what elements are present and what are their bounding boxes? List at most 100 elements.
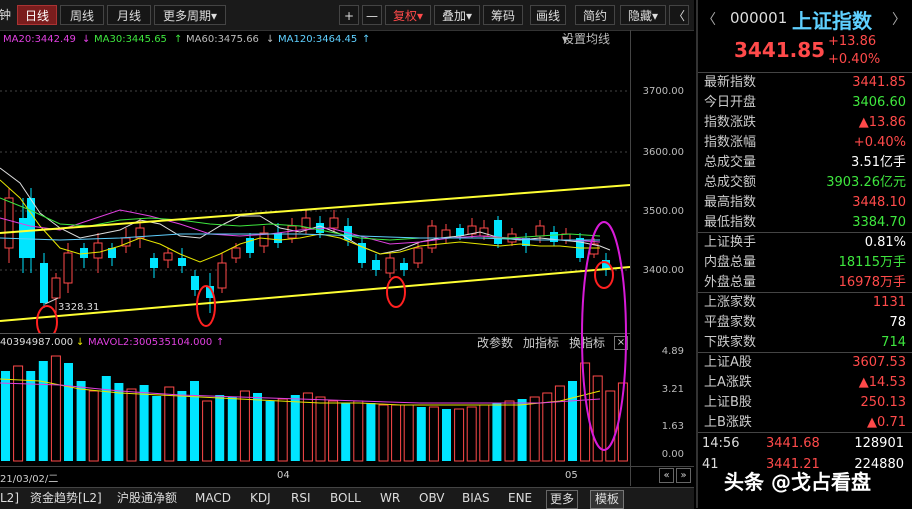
- quote-row-value: ▲0.71: [867, 415, 906, 430]
- quote-row: 上B涨跌 ▲0.71: [704, 413, 910, 433]
- volume-bar: [164, 386, 175, 462]
- draw-line-button[interactable]: 画线: [530, 5, 566, 25]
- chips-button[interactable]: 筹码: [483, 5, 523, 25]
- adjust-button[interactable]: 复权▾: [385, 5, 431, 25]
- volume-bar: [101, 376, 111, 461]
- tab-more-periods[interactable]: 更多周期▾: [154, 5, 226, 25]
- quote-row-label: 最高指数: [704, 195, 757, 210]
- tab-rsi[interactable]: RSI: [291, 490, 311, 507]
- price-tick: 3400.00: [642, 265, 684, 276]
- simple-button[interactable]: 简约: [575, 5, 615, 25]
- volume-bar: [265, 401, 275, 461]
- forward-icon[interactable]: 〉: [892, 9, 906, 29]
- overlay-button[interactable]: 叠加▾: [434, 5, 480, 25]
- quote-row-label: 平盘家数: [704, 315, 757, 330]
- volume-bar: [202, 400, 213, 462]
- tab-boll[interactable]: BOLL: [330, 490, 361, 507]
- tick-vol: 128901: [854, 436, 904, 451]
- period-toolbar: 钟 日线 周线 月线 更多周期▾ + — 复权▾ 叠加▾ 筹码 画线 简约 隐藏…: [0, 0, 694, 31]
- candle-body: [40, 263, 48, 303]
- ma20-arrow-icon: ↓: [82, 34, 91, 45]
- quote-row-label: 上证B股: [704, 395, 752, 410]
- volume-bar: [290, 395, 300, 461]
- volume-header: 40394987.000 ↓ MAVOL2:300535104.000 ↑ 改参…: [0, 333, 630, 352]
- candle-body: [217, 262, 227, 289]
- date-label-april: 04: [277, 470, 290, 481]
- candle-body: [93, 242, 103, 259]
- mavol1-arrow-icon: ↓: [76, 337, 85, 348]
- quote-row-label: 上证换手: [704, 235, 757, 250]
- price-tick: 3700.00: [642, 86, 684, 97]
- quote-row: 指数涨幅 +0.40%: [704, 133, 910, 153]
- tab-template[interactable]: 模板: [590, 490, 625, 509]
- edit-params-button[interactable]: 改参数: [477, 334, 513, 352]
- ma60-arrow-icon: ↓: [266, 34, 275, 45]
- mavol2-label: MAVOL2:300535104.000: [88, 337, 213, 348]
- quote-row: 下跌家数 714: [704, 333, 910, 353]
- tab-northbound[interactable]: 沪股通净额: [117, 490, 177, 507]
- volume-bar: [1, 371, 10, 461]
- price-tick: 3500.00: [642, 206, 684, 217]
- ma-legend: MA20:3442.49 ↓ MA30:3445.65 ↑ MA60:3475.…: [3, 32, 611, 46]
- quote-row-label: 最新指数: [704, 75, 757, 90]
- quote-row: 上证换手 0.81%: [704, 233, 910, 253]
- tab-wr[interactable]: WR: [380, 490, 400, 507]
- candle-body: [178, 258, 186, 266]
- tab-fund-trend[interactable]: 资金趋势[L2]: [30, 490, 102, 507]
- volume-bar: [466, 406, 477, 462]
- chevron-down-icon: ▾: [465, 9, 473, 23]
- quote-row-value: 3903.26亿元: [826, 175, 906, 190]
- tab-minute[interactable]: 钟: [0, 5, 14, 25]
- tab-daily[interactable]: 日线: [17, 5, 57, 25]
- index-name: 上证指数: [792, 9, 872, 33]
- quote-row-label: 总成交额: [704, 175, 757, 190]
- candle-body: [372, 260, 380, 270]
- tab-macd[interactable]: MACD: [195, 490, 231, 507]
- price-change: +13.86: [828, 34, 877, 49]
- quote-row-label: 上涨家数: [704, 295, 757, 310]
- volume-bar: [88, 390, 99, 462]
- chevron-down-icon: ▾: [210, 9, 218, 23]
- add-indicator-button[interactable]: 加指标: [523, 334, 559, 352]
- quote-row: 最新指数 3441.85: [704, 73, 910, 93]
- volume-bar: [177, 391, 187, 461]
- current-price: 3441.85: [734, 38, 826, 62]
- tab-monthly[interactable]: 月线: [107, 5, 151, 25]
- tab-kdj[interactable]: KDJ: [250, 490, 271, 507]
- mavol2-arrow-icon: ↑: [216, 337, 225, 348]
- volume-bar: [277, 398, 288, 462]
- volume-bar: [126, 388, 137, 462]
- tab-obv[interactable]: OBV: [419, 490, 445, 507]
- quote-row-value: +0.40%: [853, 135, 906, 150]
- chevron-down-icon: ▾: [651, 9, 659, 23]
- hide-button[interactable]: 隐藏▾: [620, 5, 666, 25]
- scroll-right-icon[interactable]: »: [676, 468, 691, 483]
- back-icon[interactable]: 〈: [702, 9, 716, 29]
- vol-tick: 4.89: [661, 346, 684, 357]
- quote-row-value: ▲13.86: [858, 115, 906, 130]
- zoom-out-button[interactable]: —: [362, 5, 382, 25]
- zoom-in-button[interactable]: +: [339, 5, 359, 25]
- quote-row-value: 3384.70: [852, 215, 906, 230]
- date-label-may: 05: [565, 470, 578, 481]
- kline-chart[interactable]: 3328.31: [0, 48, 630, 333]
- quote-row-value: 16978万手: [838, 275, 906, 290]
- quote-row-value: 3.51亿手: [851, 155, 906, 170]
- tab-weekly[interactable]: 周线: [60, 5, 104, 25]
- candle-body: [150, 258, 158, 268]
- candle-body: [400, 263, 408, 270]
- volume-bar: [341, 403, 351, 461]
- tab-l2[interactable]: L2]: [0, 490, 19, 507]
- tab-ene[interactable]: ENE: [508, 490, 532, 507]
- tab-more[interactable]: 更多: [546, 490, 579, 509]
- quote-row: 总成交额 3903.26亿元: [704, 173, 910, 193]
- collapse-button[interactable]: 〈: [669, 5, 689, 25]
- chevron-down-icon: ▾: [562, 32, 569, 46]
- volume-bar: [428, 406, 439, 462]
- volume-bar: [76, 381, 86, 461]
- candle-body: [51, 277, 61, 299]
- tab-bias[interactable]: BIAS: [462, 490, 490, 507]
- scroll-left-icon[interactable]: «: [659, 468, 674, 483]
- quote-row-value: 3607.53: [852, 355, 906, 370]
- volume-bar: [38, 361, 48, 461]
